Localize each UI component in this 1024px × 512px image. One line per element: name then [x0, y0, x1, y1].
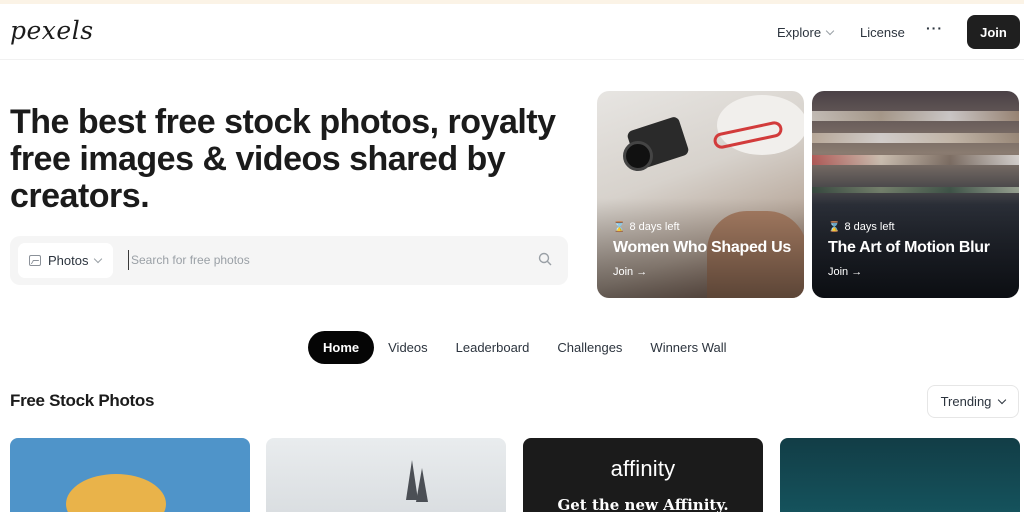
- days-left-badge: ⌛ 8 days left: [613, 221, 680, 233]
- hero-title: The best free stock photos, royalty free…: [10, 103, 556, 215]
- chevron-down-icon: [998, 395, 1007, 404]
- photo-card-ad[interactable]: affinity Get the new Affinity.: [523, 438, 763, 512]
- section-title: Free Stock Photos: [10, 391, 155, 410]
- image-icon: [29, 255, 41, 266]
- hourglass-icon: ⌛: [613, 221, 626, 233]
- days-left-text: 8 days left: [629, 221, 680, 233]
- nav-explore-label: Explore: [777, 25, 822, 40]
- challenge-title: Women Who Shaped Us: [613, 239, 792, 256]
- tab-leaderboard[interactable]: Leaderboard: [442, 331, 544, 364]
- challenge-join-link[interactable]: Join →: [828, 266, 862, 278]
- ad-logo: affinity: [610, 456, 676, 481]
- days-left-badge: ⌛ 8 days left: [828, 221, 895, 233]
- challenge-join-link[interactable]: Join →: [613, 266, 647, 278]
- tab-videos[interactable]: Videos: [374, 331, 442, 364]
- content-tabs: Home Videos Leaderboard Challenges Winne…: [308, 331, 741, 364]
- join-button[interactable]: Join: [967, 15, 1020, 49]
- days-left-text: 8 days left: [844, 221, 895, 233]
- blur-streak: [812, 133, 1019, 143]
- photo-card-city[interactable]: [266, 438, 506, 512]
- challenge-title: The Art of Motion Blur: [828, 239, 990, 256]
- pastry-shape: [66, 474, 166, 512]
- search-icon[interactable]: [538, 252, 552, 266]
- tab-winners-wall[interactable]: Winners Wall: [636, 331, 740, 364]
- site-header: pexels Explore License ··· Join: [0, 4, 1024, 60]
- chevron-down-icon: [94, 254, 103, 263]
- search-bar: Photos: [10, 236, 568, 285]
- sort-dropdown[interactable]: Trending: [927, 385, 1019, 418]
- photo-card-teal[interactable]: [780, 438, 1020, 512]
- chevron-down-icon: [825, 26, 835, 35]
- blur-streak: [812, 111, 1019, 121]
- nav-license[interactable]: License: [860, 25, 905, 40]
- blur-streak: [812, 155, 1019, 165]
- search-type-select[interactable]: Photos: [18, 243, 113, 278]
- hourglass-icon: ⌛: [828, 221, 841, 233]
- sort-label: Trending: [940, 394, 992, 409]
- pexels-logo[interactable]: pexels: [10, 16, 94, 45]
- nav-explore[interactable]: Explore: [777, 25, 835, 40]
- more-menu-button[interactable]: ···: [926, 20, 943, 36]
- photo-card-pastry[interactable]: [10, 438, 250, 512]
- tab-home[interactable]: Home: [308, 331, 375, 364]
- search-input[interactable]: [128, 250, 508, 270]
- blur-streak: [812, 187, 1019, 193]
- search-type-label: Photos: [48, 253, 89, 268]
- spire-shape: [416, 468, 428, 502]
- tab-challenges[interactable]: Challenges: [543, 331, 636, 364]
- camera-lens-shape: [623, 141, 653, 171]
- challenge-card-motion-blur[interactable]: ⌛ 8 days left The Art of Motion Blur Joi…: [812, 91, 1019, 298]
- ad-headline: Get the new Affinity.: [557, 496, 729, 512]
- challenge-card-women[interactable]: ⌛ 8 days left Women Who Shaped Us Join →: [597, 91, 804, 298]
